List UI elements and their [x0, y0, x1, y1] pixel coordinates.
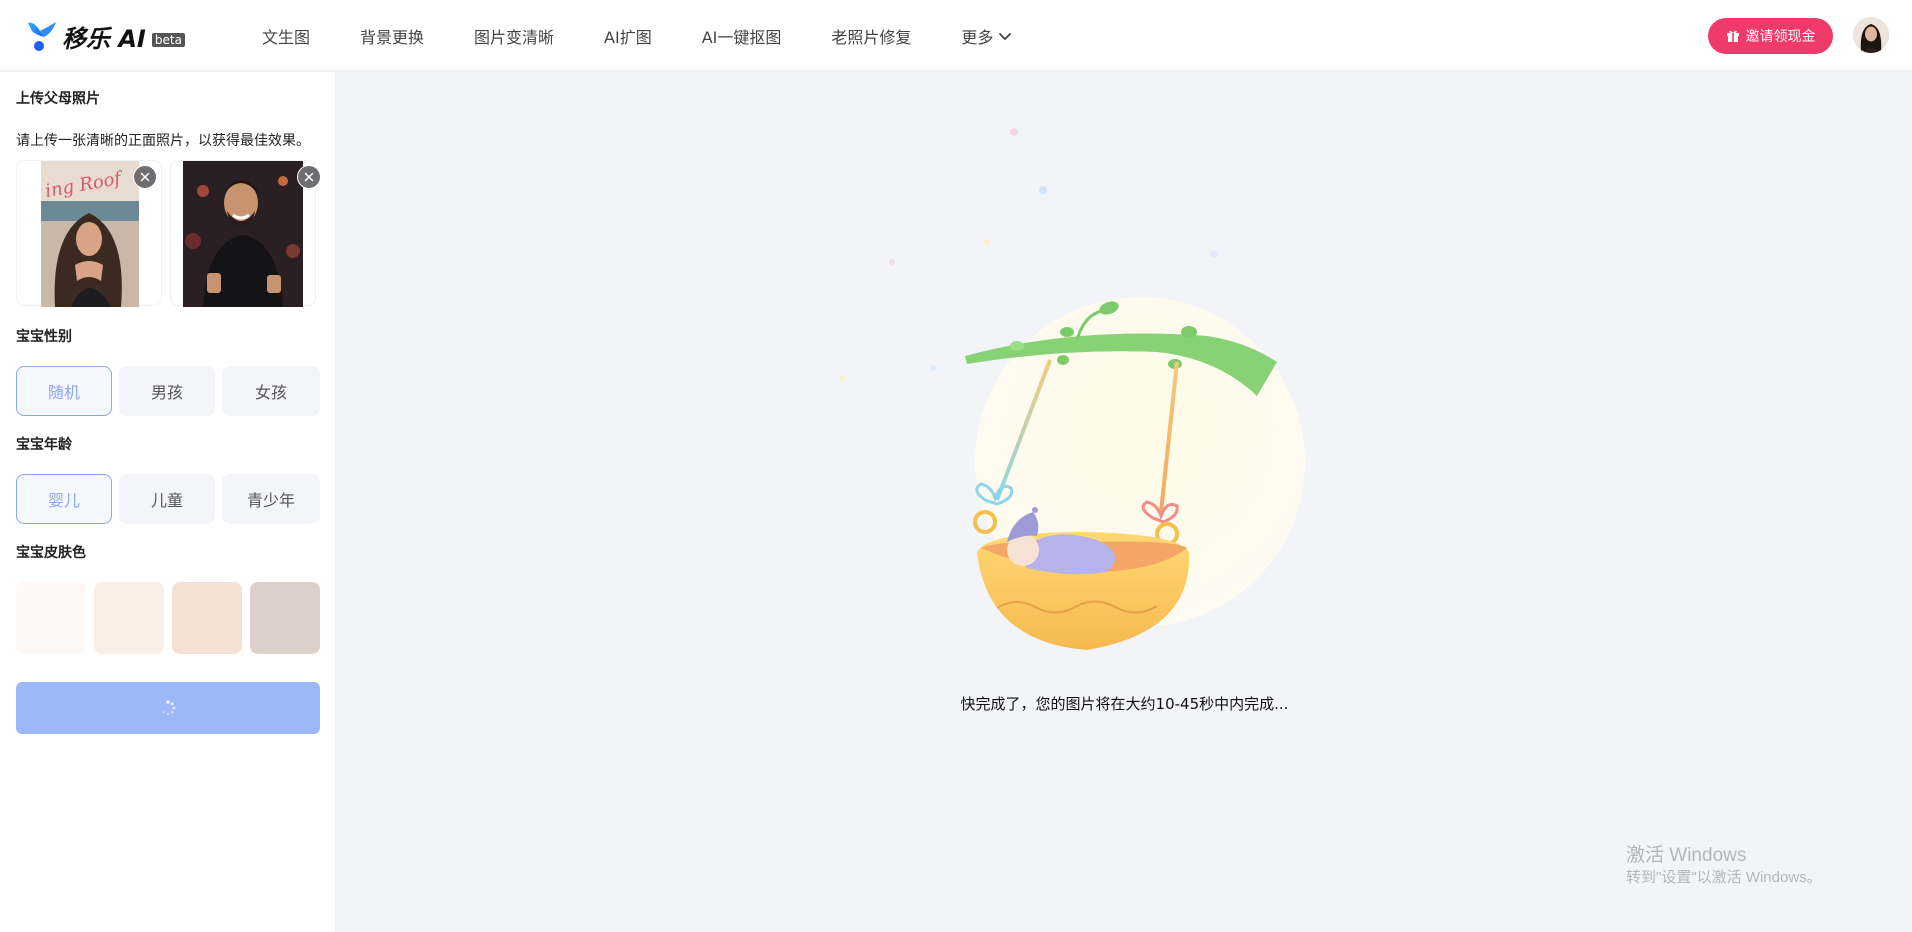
- remove-photo-1-button[interactable]: [133, 165, 157, 189]
- parent-photo-2: [183, 161, 303, 307]
- nav-background-replace[interactable]: 背景更换: [360, 24, 424, 48]
- brand-name: 移乐 AI: [62, 24, 146, 53]
- close-icon: [140, 172, 150, 182]
- windows-activation-watermark-title: 激活 Windows: [1626, 845, 1747, 866]
- parent-photo-slot-2[interactable]: [170, 160, 321, 307]
- age-option-teen[interactable]: 青少年: [222, 474, 320, 524]
- loading-illustration: [965, 297, 1305, 650]
- gender-option-boy[interactable]: 男孩: [119, 366, 215, 416]
- progress-status-text: 快完成了，您的图片将在大约10-45秒中内完成...: [960, 695, 1289, 713]
- main-nav: 文生图 背景更换 图片变清晰 AI扩图 AI一键抠图 老照片修复 更多: [262, 0, 1063, 71]
- brand-logo[interactable]: 移乐 AI beta: [26, 18, 185, 54]
- top-header: 移乐 AI beta 文生图 背景更换 图片变清晰 AI扩图 AI一键抠图 老照…: [0, 0, 1912, 71]
- skin-swatch-2[interactable]: [94, 582, 164, 654]
- invite-cash-button[interactable]: 邀请领现金: [1708, 18, 1833, 54]
- logo-icon: [28, 22, 56, 51]
- parent-photo-1: ing Roof: [41, 161, 139, 307]
- nav-ai-cutout[interactable]: AI一键抠图: [702, 24, 782, 48]
- nav-text-to-image[interactable]: 文生图: [262, 24, 310, 48]
- nav-image-enhance[interactable]: 图片变清晰: [474, 24, 554, 48]
- gender-title: 宝宝性别: [16, 329, 72, 345]
- generate-button[interactable]: [16, 682, 320, 734]
- nav-ai-expand[interactable]: AI扩图: [604, 24, 652, 48]
- skin-swatch-4[interactable]: [250, 582, 320, 654]
- age-title: 宝宝年龄: [16, 437, 72, 453]
- settings-sidebar: 上传父母照片 请上传一张清晰的正面照片，以获得最佳效果。 ing Roof 宝宝…: [0, 72, 336, 932]
- age-option-infant[interactable]: 婴儿: [16, 474, 112, 524]
- loading-spinner-icon: [162, 700, 176, 716]
- nav-more-label: 更多: [961, 27, 994, 47]
- invite-cash-label: 邀请领现金: [1745, 29, 1816, 45]
- parent-photo-slot-1[interactable]: ing Roof: [16, 160, 162, 307]
- gift-icon: [1726, 30, 1739, 42]
- gender-option-random[interactable]: 随机: [16, 366, 112, 416]
- gender-option-girl[interactable]: 女孩: [222, 366, 320, 416]
- nav-more[interactable]: 更多: [961, 24, 1013, 48]
- avatar-image: [1853, 17, 1889, 53]
- chevron-down-icon: [999, 32, 1012, 40]
- age-option-child[interactable]: 儿童: [119, 474, 215, 524]
- result-area: 快完成了，您的图片将在大约10-45秒中内完成...: [337, 72, 1912, 932]
- user-avatar[interactable]: [1853, 17, 1889, 53]
- upload-hint: 请上传一张清晰的正面照片，以获得最佳效果。: [16, 133, 310, 149]
- skin-title: 宝宝皮肤色: [16, 545, 86, 561]
- close-icon: [304, 172, 314, 182]
- nav-old-photo-restore[interactable]: 老照片修复: [831, 24, 911, 48]
- beta-badge: beta: [151, 33, 185, 47]
- skin-swatch-3[interactable]: [172, 582, 242, 654]
- remove-photo-2-button[interactable]: [297, 165, 321, 189]
- upload-title: 上传父母照片: [16, 91, 100, 107]
- windows-activation-watermark-subtitle: 转到"设置"以激活 Windows。: [1626, 869, 1822, 886]
- skin-swatch-1[interactable]: [16, 582, 86, 654]
